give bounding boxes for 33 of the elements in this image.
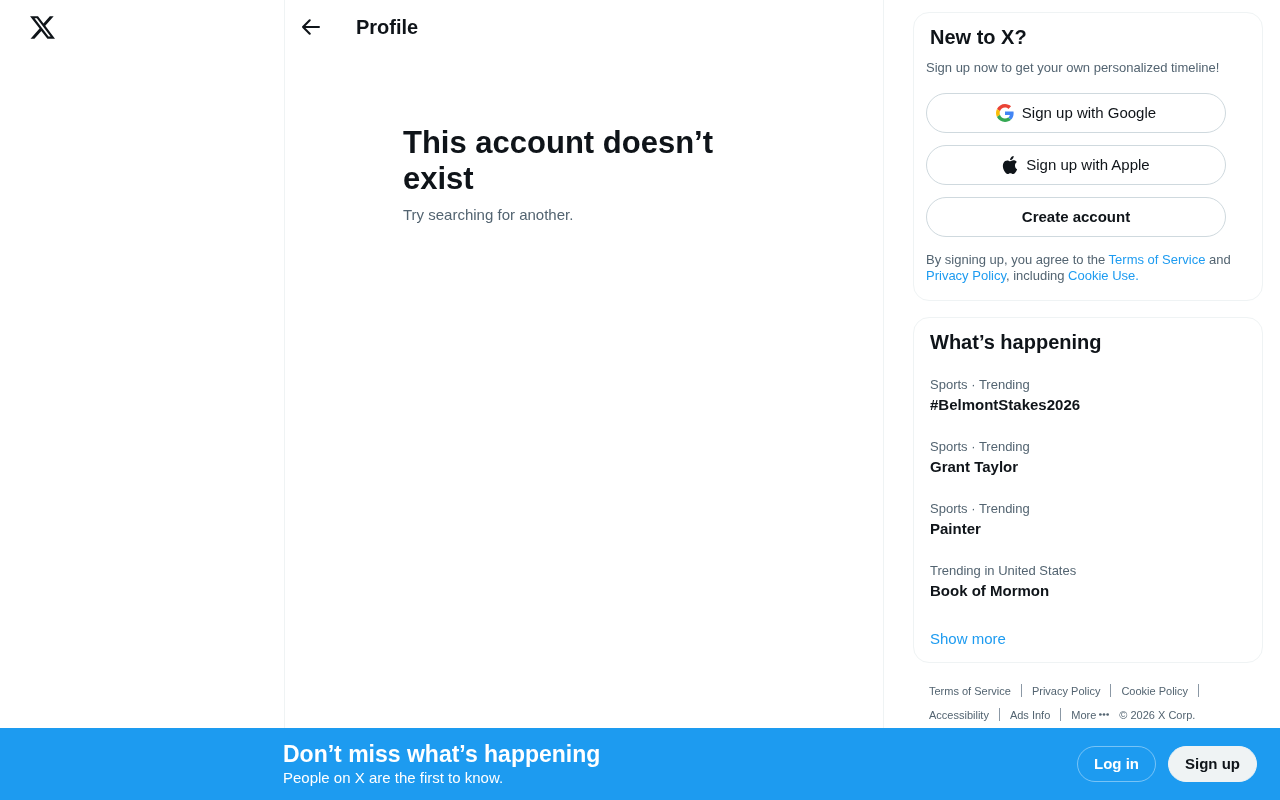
- google-g-icon: [995, 104, 1014, 122]
- empty-state-message: Try searching for another.: [403, 205, 575, 225]
- copyright-text: © 2026 X Corp.: [1119, 707, 1196, 723]
- more-menu-link[interactable]: More: [1071, 702, 1110, 727]
- empty-state-title: This account doesn’t exist: [403, 125, 715, 197]
- card-subtitle: Sign up now to get your own personalized timeline!: [926, 60, 1221, 76]
- x-logo: [30, 16, 55, 39]
- trend-link[interactable]: #BelmontStakes2026: [930, 395, 1081, 415]
- trend-category: Sports · Trending: [930, 501, 1030, 517]
- apple-signup-button[interactable]: Sign up with Apple: [926, 145, 1226, 185]
- signup-terms-text: By signing up, you agree to the Terms of Service and Privacy Policy, including Cookie Use.: [926, 252, 1232, 284]
- trend-link[interactable]: Grant Taylor: [930, 457, 1019, 477]
- create-account-button[interactable]: Create account: [926, 197, 1226, 237]
- signup-button[interactable]: Sign up: [1168, 746, 1257, 782]
- footer-link[interactable]: Ads Info: [1009, 702, 1051, 727]
- google-signup-button[interactable]: Sign up with Google: [926, 93, 1226, 133]
- apple-icon: [1002, 156, 1019, 174]
- trend-link[interactable]: Painter: [930, 519, 981, 539]
- footer-link[interactable]: Cookie Policy: [1121, 678, 1189, 703]
- card-title: New to X?: [929, 25, 1028, 49]
- banner-subtitle: People on X are the first to know.: [283, 768, 505, 788]
- trend-category: Sports · Trending: [930, 377, 1030, 393]
- banner-title: Don’t miss what’s happening: [283, 740, 602, 768]
- dots-icon: [1099, 713, 1110, 716]
- card-title: What’s happening: [929, 330, 1103, 354]
- footer-link[interactable]: Accessibility: [929, 702, 989, 727]
- back-arrow-icon: [302, 18, 320, 35]
- trend-category: Sports · Trending: [930, 439, 1030, 455]
- page-title: Profile: [356, 14, 419, 39]
- trend-category: Trending in United States: [930, 563, 1077, 579]
- footer-link[interactable]: Privacy Policy: [1031, 678, 1101, 703]
- footer-link[interactable]: Terms of Service: [929, 678, 1011, 703]
- trend-link[interactable]: Book of Mormon: [930, 581, 1050, 601]
